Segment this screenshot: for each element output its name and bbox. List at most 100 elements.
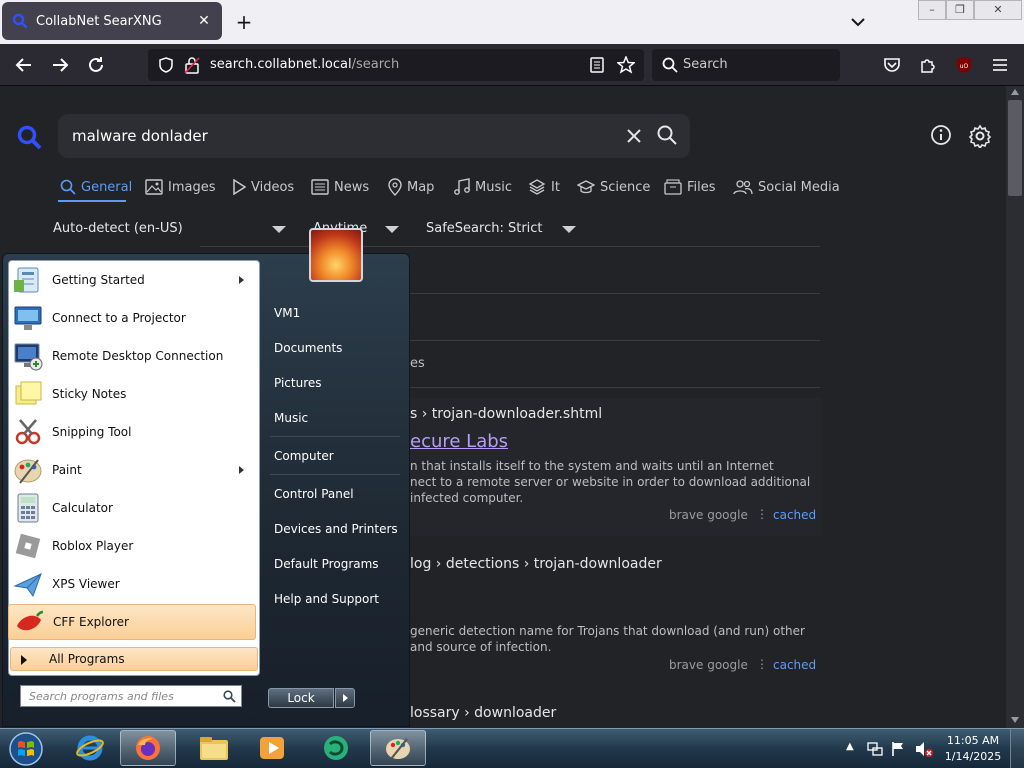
url-text[interactable]: search.collabnet.local/search <box>210 57 399 72</box>
tab-social-media[interactable]: Social Media <box>733 176 840 198</box>
xps-viewer-icon <box>13 573 42 598</box>
search-icon[interactable] <box>223 690 236 703</box>
info-icon[interactable] <box>930 124 952 146</box>
ublock-button[interactable]: uO <box>952 53 976 77</box>
lock-button[interactable]: Lock <box>268 688 334 708</box>
close-tab-icon[interactable]: ✕ <box>192 9 216 33</box>
address-bar[interactable]: search.collabnet.local/search <box>148 49 644 81</box>
chevron-down-icon[interactable] <box>562 226 576 233</box>
tab-it[interactable]: It <box>528 176 560 198</box>
start-right-computer[interactable]: Computer <box>270 443 404 469</box>
all-programs-button[interactable]: All Programs <box>10 647 258 671</box>
start-item-getting-started[interactable]: Getting Started <box>8 262 256 298</box>
start-right-help-support[interactable]: Help and Support <box>270 586 404 612</box>
forward-button[interactable] <box>48 53 72 77</box>
volume-muted-icon[interactable] <box>914 740 934 758</box>
tab-searxng[interactable]: CollabNet SearXNG ✕ <box>2 2 222 40</box>
show-desktop-button[interactable] <box>1010 729 1024 768</box>
result-url[interactable]: lossary › downloader <box>410 705 556 721</box>
taskbar-media-player[interactable] <box>244 730 300 766</box>
remote-desktop-icon <box>14 343 43 371</box>
app-menu-button[interactable] <box>988 53 1012 77</box>
minimize-button[interactable]: – <box>918 0 946 20</box>
taskbar-app[interactable] <box>308 730 364 766</box>
user-picture[interactable] <box>309 228 363 282</box>
search-programs-input[interactable]: Search programs and files <box>20 685 242 707</box>
back-button[interactable] <box>12 53 36 77</box>
scroll-down-icon[interactable] <box>1010 716 1020 724</box>
start-item-snipping-tool[interactable]: Snipping Tool <box>8 414 256 450</box>
tab-videos[interactable]: Videos <box>232 176 294 198</box>
cached-link[interactable]: cached <box>773 658 816 672</box>
taskbar-paint[interactable] <box>370 730 426 766</box>
new-tab-button[interactable]: + <box>232 10 256 34</box>
start-item-cff-explorer[interactable]: CFF Explorer <box>8 604 256 640</box>
search-input[interactable]: malware donlader <box>72 127 208 145</box>
start-item-paint[interactable]: Paint <box>8 452 256 488</box>
search-submit-icon[interactable] <box>656 124 678 146</box>
start-right-control-panel[interactable]: Control Panel <box>270 481 404 507</box>
result-title[interactable]: ecure Labs <box>410 431 508 452</box>
start-right-devices-printers[interactable]: Devices and Printers <box>270 516 404 542</box>
start-right-documents[interactable]: Documents <box>270 335 404 361</box>
reload-button[interactable] <box>84 53 108 77</box>
start-item-sticky-notes[interactable]: Sticky Notes <box>8 376 256 412</box>
system-clock[interactable]: 11:05 AM 1/14/2025 <box>944 733 1002 765</box>
more-options-icon[interactable]: ⋮ <box>756 507 768 521</box>
start-item-calculator[interactable]: Calculator <box>8 490 256 526</box>
start-item-label: Paint <box>52 463 82 477</box>
start-item-xps-viewer[interactable]: XPS Viewer <box>8 566 256 602</box>
taskbar-internet-explorer[interactable] <box>62 730 118 766</box>
extensions-button[interactable] <box>916 53 940 77</box>
web-search-bar[interactable]: Search <box>652 49 840 81</box>
show-hidden-icons-icon[interactable]: ▲ <box>846 741 854 752</box>
scrollbar-thumb[interactable] <box>1008 100 1022 196</box>
list-all-tabs-icon[interactable] <box>848 10 868 34</box>
language-select[interactable]: Auto-detect (en-US) <box>53 221 183 236</box>
scroll-up-icon[interactable] <box>1010 88 1020 96</box>
insecure-lock-icon[interactable] <box>184 56 200 74</box>
taskbar-file-explorer[interactable] <box>186 730 242 766</box>
start-item-label: Remote Desktop Connection <box>52 349 224 363</box>
pocket-button[interactable] <box>880 53 904 77</box>
tab-map[interactable]: Map <box>388 176 434 198</box>
cached-link[interactable]: cached <box>773 508 816 522</box>
start-right-pictures[interactable]: Pictures <box>270 370 404 396</box>
start-item-remote-desktop-connection[interactable]: Remote Desktop Connection <box>8 338 256 374</box>
safesearch-select[interactable]: SafeSearch: Strict <box>426 221 543 236</box>
close-window-button[interactable]: ✕ <box>974 0 1022 20</box>
result-url[interactable]: s › trojan-downloader.shtml <box>410 406 602 422</box>
restore-button[interactable]: ❐ <box>946 0 974 20</box>
gear-icon[interactable] <box>968 124 992 148</box>
shutdown-options-button[interactable] <box>335 688 355 708</box>
submenu-arrow-icon[interactable] <box>239 466 244 474</box>
start-button[interactable] <box>6 730 46 768</box>
start-right-vm1[interactable]: VM1 <box>270 300 404 326</box>
searxng-logo-icon[interactable] <box>16 124 42 150</box>
roblox-icon <box>15 533 41 559</box>
tab-general[interactable]: General <box>60 176 132 198</box>
tab-music[interactable]: Music <box>454 176 512 198</box>
tracking-shield-icon[interactable] <box>158 57 174 73</box>
divider <box>270 474 400 475</box>
start-right-music[interactable]: Music <box>270 405 404 431</box>
result-url[interactable]: log › detections › trojan-downloader <box>410 556 662 572</box>
clear-search-icon[interactable] <box>624 126 644 146</box>
tab-news[interactable]: News <box>311 176 369 198</box>
reader-view-icon[interactable] <box>590 57 604 73</box>
chevron-down-icon[interactable] <box>385 226 399 233</box>
network-icon[interactable] <box>866 740 884 758</box>
chevron-down-icon[interactable] <box>272 226 286 233</box>
taskbar-firefox[interactable] <box>120 730 176 766</box>
start-item-roblox-player[interactable]: Roblox Player <box>8 528 256 564</box>
start-item-label: Connect to a Projector <box>52 311 186 325</box>
tab-images[interactable]: Images <box>145 176 216 198</box>
tab-science[interactable]: Science <box>577 176 650 198</box>
more-options-icon[interactable]: ⋮ <box>756 657 768 671</box>
action-center-flag-icon[interactable] <box>890 740 906 758</box>
bookmark-star-icon[interactable] <box>617 56 635 74</box>
start-item-connect-to-a-projector[interactable]: Connect to a Projector <box>8 300 256 336</box>
tab-files[interactable]: Files <box>664 176 716 198</box>
submenu-arrow-icon[interactable] <box>239 276 244 284</box>
start-right-default-programs[interactable]: Default Programs <box>270 551 404 577</box>
